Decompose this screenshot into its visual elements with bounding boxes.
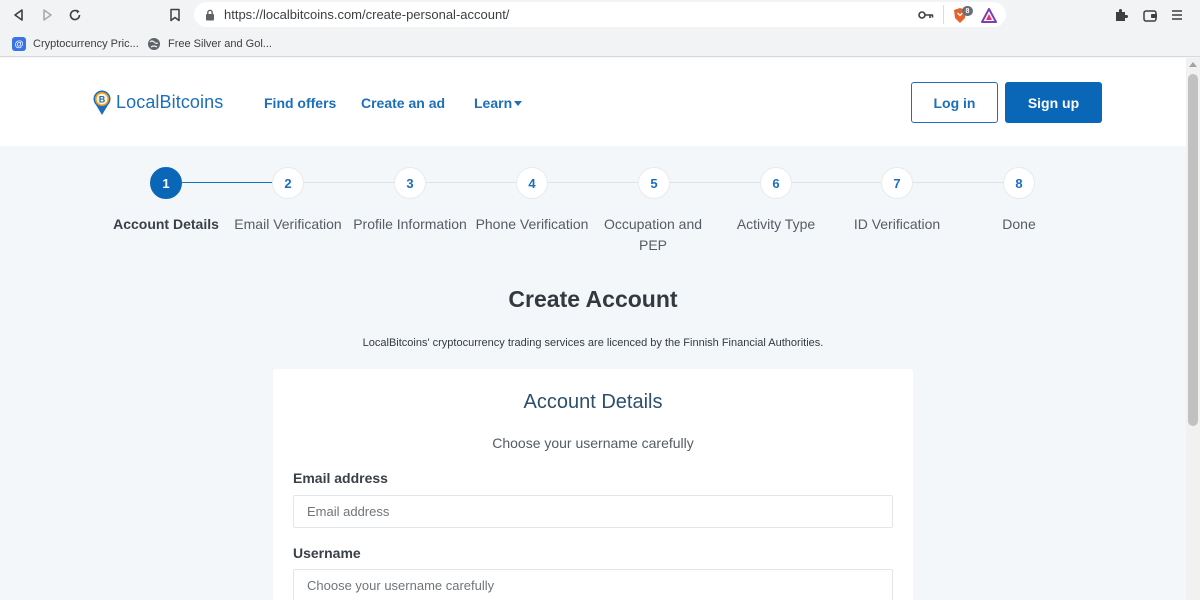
wallet-icon[interactable] — [1140, 5, 1160, 25]
step-3-circle: 3 — [394, 167, 426, 199]
step-6-circle: 6 — [760, 167, 792, 199]
step-4-circle: 4 — [516, 167, 548, 199]
step-1-label: Account Details — [113, 216, 219, 232]
step-7-circle: 7 — [881, 167, 913, 199]
caret-down-icon — [514, 100, 523, 106]
step-connector — [548, 182, 638, 183]
step-5-circle: 5 — [638, 167, 670, 199]
step-connector — [913, 182, 1003, 183]
brave-rewards-icon[interactable] — [980, 6, 998, 24]
step-connector — [304, 182, 394, 183]
licence-notice: LocalBitcoins' cryptocurrency trading se… — [362, 337, 824, 349]
bookmarks-bar: @ Cryptocurrency Pric... Free Silver and… — [0, 30, 1200, 57]
card-subtitle: Choose your username carefully — [492, 435, 694, 451]
browser-toolbar: https://localbitcoins.com/create-persona… — [0, 0, 1200, 30]
step-connector — [182, 182, 272, 183]
step-connector — [792, 182, 881, 183]
step-8-label: Done — [1002, 216, 1036, 232]
forward-icon[interactable] — [37, 5, 57, 25]
back-icon[interactable] — [9, 5, 29, 25]
page-title: Create Account — [508, 286, 678, 312]
scroll-up-arrow-icon[interactable] — [1189, 62, 1197, 67]
logo-text: LocalBitcoins — [116, 91, 224, 112]
step-connector — [670, 182, 760, 183]
username-input[interactable] — [293, 569, 893, 600]
svg-text:B: B — [99, 95, 106, 105]
step-3-label: Profile Information — [353, 216, 467, 232]
bitcoin-pin-icon: B — [93, 90, 111, 115]
address-bar[interactable]: https://localbitcoins.com/create-persona… — [194, 2, 1006, 27]
at-sign-icon: @ — [12, 37, 26, 51]
bookmark-cryptocurrency[interactable]: @ Cryptocurrency Pric... — [12, 35, 139, 53]
bookmark-label: Free Silver and Gol... — [168, 38, 272, 50]
account-details-card: Account Details Choose your username car… — [273, 369, 913, 600]
registration-stepper: 1 2 3 4 5 6 7 8 Account Details Email Ve… — [0, 146, 1186, 256]
page-scrollbar[interactable] — [1186, 58, 1200, 600]
username-label: Username — [293, 545, 361, 561]
key-icon[interactable] — [917, 6, 935, 24]
site-header: B LocalBitcoins Find offers Create an ad… — [0, 58, 1186, 146]
step-5-label: Occupation and PEP — [603, 216, 703, 253]
email-input[interactable] — [293, 495, 893, 528]
bookmark-page-icon[interactable] — [165, 5, 185, 25]
reload-icon[interactable] — [65, 5, 85, 25]
step-8-circle: 8 — [1003, 167, 1035, 199]
menu-icon[interactable] — [1167, 5, 1187, 25]
bookmark-label: Cryptocurrency Pric... — [33, 38, 139, 50]
extensions-icon[interactable] — [1111, 5, 1131, 25]
globe-icon — [148, 38, 160, 50]
lock-icon[interactable] — [201, 6, 219, 24]
scrollbar-thumb[interactable] — [1188, 74, 1198, 426]
login-button[interactable]: Log in — [911, 82, 998, 123]
url-text[interactable]: https://localbitcoins.com/create-persona… — [224, 7, 509, 22]
bookmark-free-silver[interactable]: Free Silver and Gol... — [147, 35, 272, 53]
signup-button[interactable]: Sign up — [1005, 82, 1102, 123]
card-title: Account Details — [523, 391, 663, 413]
step-2-label: Email Verification — [234, 216, 342, 232]
step-4-label: Phone Verification — [475, 216, 589, 232]
nav-learn-label: Learn — [474, 95, 513, 111]
step-connector — [426, 182, 516, 183]
nav-learn[interactable]: Learn — [474, 95, 523, 111]
step-6-label: Activity Type — [736, 216, 816, 232]
step-1-circle: 1 — [150, 167, 182, 199]
nav-create-ad[interactable]: Create an ad — [361, 95, 445, 111]
brave-shields-badge: 8 — [962, 6, 973, 16]
site-logo[interactable]: B LocalBitcoins — [92, 88, 223, 116]
email-label: Email address — [293, 470, 388, 486]
omnibox-divider — [943, 5, 944, 24]
step-2-circle: 2 — [272, 167, 304, 199]
step-7-label: ID Verification — [853, 216, 941, 232]
nav-find-offers[interactable]: Find offers — [264, 95, 336, 111]
